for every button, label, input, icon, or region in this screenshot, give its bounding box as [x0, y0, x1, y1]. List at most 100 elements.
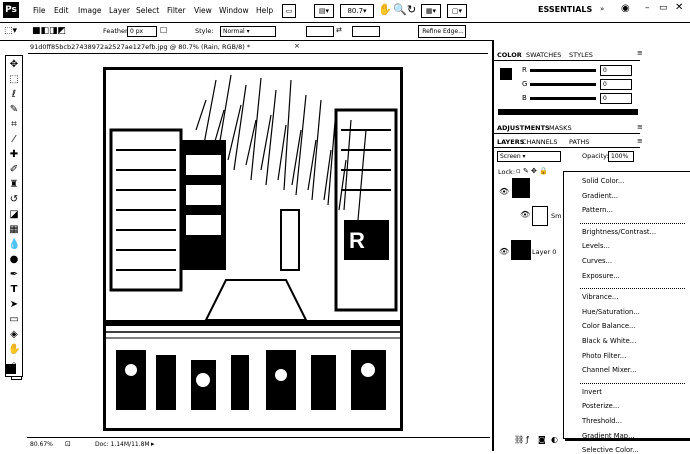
channel-r-slider[interactable] — [530, 69, 596, 72]
layer-mask-thumbnail[interactable] — [532, 206, 548, 226]
channel-g-input[interactable]: 0 — [600, 79, 632, 90]
healing-brush-tool-icon[interactable]: ✚ — [8, 149, 20, 161]
color-ramp[interactable] — [498, 109, 638, 115]
pen-tool-icon[interactable]: ✒ — [8, 269, 20, 281]
zoom-tool-icon[interactable]: 🔍 — [393, 3, 407, 16]
marquee-preset-icon[interactable]: ⬚▾ — [4, 26, 17, 36]
dodge-tool-icon[interactable]: ● — [8, 254, 20, 266]
new-adjustment-layer-icon[interactable]: ◐ — [551, 435, 558, 444]
document-image[interactable]: R — [103, 67, 403, 431]
visibility-eye-icon-3[interactable]: 👁 — [499, 247, 509, 256]
document-tab[interactable]: 91d0ff85bcb27438972a2527ae127efb.jpg @ 8… — [28, 41, 488, 54]
minimize-icon[interactable]: – — [645, 3, 650, 13]
type-tool-icon[interactable]: T — [8, 284, 20, 296]
bridge-icon[interactable]: ▭ — [282, 4, 296, 18]
menu-window[interactable]: Window — [219, 6, 249, 15]
menu-item-hue-saturation[interactable]: Hue/Saturation... — [582, 308, 640, 316]
menu-item-gradient[interactable]: Gradient... — [582, 192, 618, 200]
tab-masks[interactable]: MASKS — [549, 124, 572, 132]
layer-0-thumbnail[interactable] — [511, 240, 531, 260]
visibility-eye-icon[interactable]: 👁 — [499, 187, 509, 196]
menu-item-photo-filter[interactable]: Photo Filter... — [582, 352, 626, 360]
menu-item-channel-mixer[interactable]: Channel Mixer... — [582, 366, 636, 374]
visibility-eye-icon-2[interactable]: 👁 — [520, 210, 530, 219]
menu-item-vibrance[interactable]: Vibrance... — [582, 293, 618, 301]
menu-file[interactable]: File — [33, 6, 46, 15]
layer-0-name[interactable]: Layer 0 — [532, 248, 556, 256]
marquee-tool-icon[interactable]: ⬚ — [8, 74, 20, 86]
menu-item-brightness-contrast[interactable]: Brightness/Contrast... — [582, 228, 656, 236]
lasso-tool-icon[interactable]: ℓ — [8, 89, 20, 101]
quick-selection-tool-icon[interactable]: ✎ — [8, 104, 20, 116]
menu-help[interactable]: Help — [256, 6, 273, 15]
workspace-label[interactable]: ESSENTIALS — [538, 5, 592, 14]
tab-swatches[interactable]: SWATCHES — [526, 51, 561, 59]
rotate-view-icon[interactable]: ↻ — [407, 3, 416, 16]
layer-thumbnail[interactable] — [512, 178, 530, 198]
adjustments-panel-menu-icon[interactable]: ≡ — [637, 123, 643, 131]
layer-style-icon[interactable]: ƒ — [526, 435, 529, 444]
close-icon[interactable]: ✕ — [675, 2, 683, 13]
blend-mode-select[interactable]: Screen ▾ — [497, 151, 561, 162]
menu-edit[interactable]: Edit — [54, 6, 69, 15]
channel-b-slider[interactable] — [530, 97, 596, 100]
menu-item-invert[interactable]: Invert — [582, 388, 602, 396]
close-document-icon[interactable]: × — [294, 42, 300, 50]
menu-item-exposure[interactable]: Exposure... — [582, 272, 620, 280]
hand-tool-icon-2[interactable]: ✋ — [8, 344, 20, 356]
add-mask-icon[interactable]: ◙ — [538, 435, 546, 444]
maximize-icon[interactable]: ▭ — [659, 3, 668, 13]
menu-view[interactable]: View — [194, 6, 212, 15]
menu-item-selective-color[interactable]: Selective Color... — [582, 446, 639, 454]
screen-mode-icon[interactable]: ▢▾ — [447, 4, 467, 18]
status-zoom[interactable]: 80.67% — [30, 441, 53, 448]
channel-g-slider[interactable] — [530, 83, 596, 86]
tab-layers[interactable]: LAYERS — [497, 138, 524, 146]
move-tool-icon[interactable]: ✥ — [8, 59, 20, 71]
channel-b-input[interactable]: 0 — [600, 93, 632, 104]
menu-item-curves[interactable]: Curves... — [582, 257, 612, 265]
status-export-icon[interactable]: ⊡ — [65, 440, 71, 448]
menu-layer[interactable]: Layer — [109, 6, 130, 15]
workspace-menu-icon[interactable]: » — [600, 5, 604, 13]
foreground-color-swatch[interactable] — [6, 364, 16, 374]
menu-item-solid-color[interactable]: Solid Color... — [582, 177, 624, 185]
lock-icons[interactable]: ▫ ✎ ✥ 🔒 — [516, 167, 548, 175]
3d-rotate-tool-icon[interactable]: ◈ — [8, 329, 20, 341]
tab-paths[interactable]: PATHS — [569, 138, 589, 146]
link-layers-icon[interactable]: ⛓ — [514, 435, 524, 444]
shape-tool-icon[interactable]: ▭ — [8, 314, 20, 326]
blur-tool-icon[interactable]: 💧 — [8, 239, 20, 251]
menu-item-color-balance[interactable]: Color Balance... — [582, 322, 636, 330]
path-selection-tool-icon[interactable]: ➤ — [8, 299, 20, 311]
mini-bridge-icon[interactable]: ▤▾ — [314, 4, 334, 18]
arrange-documents-icon[interactable]: ▦▾ — [421, 4, 441, 18]
height-input[interactable] — [352, 26, 380, 37]
style-select[interactable]: Normal ▾ — [220, 26, 276, 37]
menu-item-threshold[interactable]: Threshold... — [582, 417, 622, 425]
clone-stamp-tool-icon[interactable]: ♜ — [8, 179, 20, 191]
tab-adjustments[interactable]: ADJUSTMENTS — [497, 124, 550, 132]
antialias-checkbox[interactable]: ☐ — [160, 26, 167, 35]
brush-tool-icon[interactable]: ✐ — [8, 164, 20, 176]
crop-tool-icon[interactable]: ⌗ — [8, 119, 20, 131]
color-panel-menu-icon[interactable]: ≡ — [637, 49, 643, 57]
menu-select[interactable]: Select — [136, 6, 159, 15]
opacity-input[interactable]: 100% — [608, 151, 634, 162]
menu-item-pattern[interactable]: Pattern... — [582, 206, 613, 214]
cs-live-icon[interactable]: ◉ — [621, 3, 630, 14]
width-input[interactable] — [306, 26, 334, 37]
menu-filter[interactable]: Filter — [167, 6, 186, 15]
swap-icon[interactable]: ⇄ — [336, 26, 342, 34]
feather-input[interactable]: 0 px — [127, 26, 157, 37]
menu-item-black-white[interactable]: Black & White... — [582, 337, 636, 345]
tab-channels[interactable]: CHANNELS — [522, 138, 557, 146]
gradient-tool-icon[interactable]: ▦ — [8, 224, 20, 236]
menu-item-posterize[interactable]: Posterize... — [582, 402, 619, 410]
tab-styles[interactable]: STYLES — [569, 51, 593, 59]
layer-name[interactable]: Sm — [551, 212, 561, 220]
menu-item-gradient-map[interactable]: Gradient Map... — [582, 432, 635, 440]
tab-color[interactable]: COLOR — [497, 51, 522, 59]
eyedropper-tool-icon[interactable]: ⁄ — [8, 134, 20, 146]
foreground-color-preview[interactable] — [500, 68, 512, 80]
